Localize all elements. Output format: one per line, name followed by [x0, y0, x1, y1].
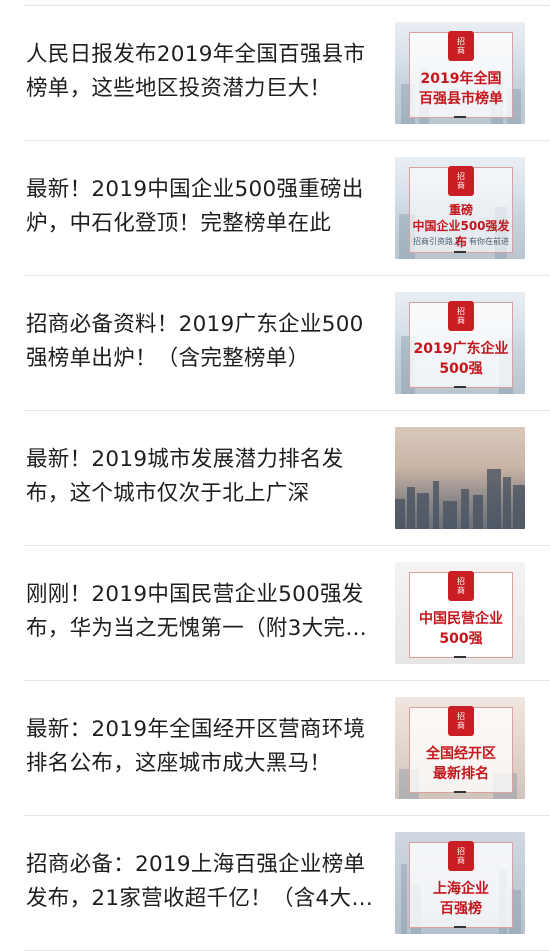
thumbnail-card: 招商 全国经开区 最新排名: [409, 706, 513, 793]
article-thumbnail[interactable]: 招商 中国民营企业 500强: [395, 562, 525, 664]
thumbnail-dash: [454, 656, 466, 658]
article-item[interactable]: 刚刚！2019中国民营企业500强发布，华为当之无愧第一（附3大完整榜单） 招商…: [0, 546, 550, 681]
article-title[interactable]: 招商必备：2019上海百强企业榜单发布，21家营收超千亿！（含4大榜单）: [26, 848, 382, 916]
article-thumbnail[interactable]: 招商 上海企业 百强榜: [395, 832, 525, 934]
article-title[interactable]: 最新！2019城市发展潜力排名发布，这个城市仅次于北上广深: [26, 443, 382, 511]
seal-logo: 招商: [448, 571, 474, 601]
thumbnail-headline: 2019年全国 百强县市榜单: [419, 71, 503, 107]
thumbnail-dash: [454, 251, 466, 253]
article-thumbnail[interactable]: [395, 427, 525, 529]
thumbnail-dash: [454, 116, 466, 118]
seal-logo: 招商: [448, 31, 474, 61]
article-item[interactable]: 招商必备：2019上海百强企业榜单发布，21家营收超千亿！（含4大榜单） 招商 …: [0, 816, 550, 951]
article-title[interactable]: 人民日报发布2019年全国百强县市榜单，这些地区投资潜力巨大！: [26, 38, 382, 106]
article-item[interactable]: 最新！2019中国企业500强重磅出炉，中石化登顶！完整榜单在此 招商 重磅 中…: [0, 141, 550, 276]
article-title[interactable]: 最新：2019年全国经开区营商环境排名公布，这座城市成大黑马！: [26, 713, 382, 781]
thumbnail-headline: 中国民营企业 500强: [419, 611, 503, 647]
article-thumbnail[interactable]: 招商 全国经开区 最新排名: [395, 697, 525, 799]
article-item[interactable]: 最新！2019城市发展潜力排名发布，这个城市仅次于北上广深: [0, 411, 550, 546]
thumbnail-headline: 上海企业 百强榜: [433, 881, 489, 917]
article-thumbnail[interactable]: 招商 2019广东企业 500强: [395, 292, 525, 394]
city-photo: [395, 427, 525, 529]
thumbnail-dash: [454, 926, 466, 928]
article-feed: 人民日报发布2019年全国百强县市榜单，这些地区投资潜力巨大！ 招商 2019年…: [0, 0, 550, 951]
article-thumbnail[interactable]: 招商 2019年全国 百强县市榜单: [395, 22, 525, 124]
seal-logo: 招商: [448, 166, 474, 196]
article-title[interactable]: 最新！2019中国企业500强重磅出炉，中石化登顶！完整榜单在此: [26, 173, 382, 241]
article-item[interactable]: 最新：2019年全国经开区营商环境排名公布，这座城市成大黑马！ 招商 全国经开区…: [0, 681, 550, 816]
article-item[interactable]: 人民日报发布2019年全国百强县市榜单，这些地区投资潜力巨大！ 招商 2019年…: [0, 6, 550, 141]
thumbnail-card: 招商 2019广东企业 500强: [409, 301, 513, 388]
seal-logo: 招商: [448, 841, 474, 871]
thumbnail-card: 招商 中国民营企业 500强: [409, 571, 513, 658]
article-title[interactable]: 刚刚！2019中国民营企业500强发布，华为当之无愧第一（附3大完整榜单）: [26, 578, 382, 646]
seal-logo: 招商: [448, 706, 474, 736]
article-title[interactable]: 招商必备资料！2019广东企业500强榜单出炉！（含完整榜单）: [26, 308, 382, 376]
thumbnail-card: 招商 上海企业 百强榜: [409, 841, 513, 928]
thumbnail-dash: [454, 791, 466, 793]
thumbnail-headline: 2019广东企业 500强: [413, 341, 509, 377]
thumbnail-card: 招商 重磅 中国企业500强发布 招商引资路上，有你在前进: [409, 166, 513, 253]
thumbnail-card: 招商 2019年全国 百强县市榜单: [409, 31, 513, 118]
thumbnail-dash: [454, 386, 466, 388]
article-item[interactable]: 招商必备资料！2019广东企业500强榜单出炉！（含完整榜单） 招商 2019广…: [0, 276, 550, 411]
seal-logo: 招商: [448, 301, 474, 331]
thumbnail-subtitle: 招商引资路上，有你在前进: [413, 237, 509, 246]
article-thumbnail[interactable]: 招商 重磅 中国企业500强发布 招商引资路上，有你在前进: [395, 157, 525, 259]
thumbnail-headline: 全国经开区 最新排名: [426, 746, 496, 782]
